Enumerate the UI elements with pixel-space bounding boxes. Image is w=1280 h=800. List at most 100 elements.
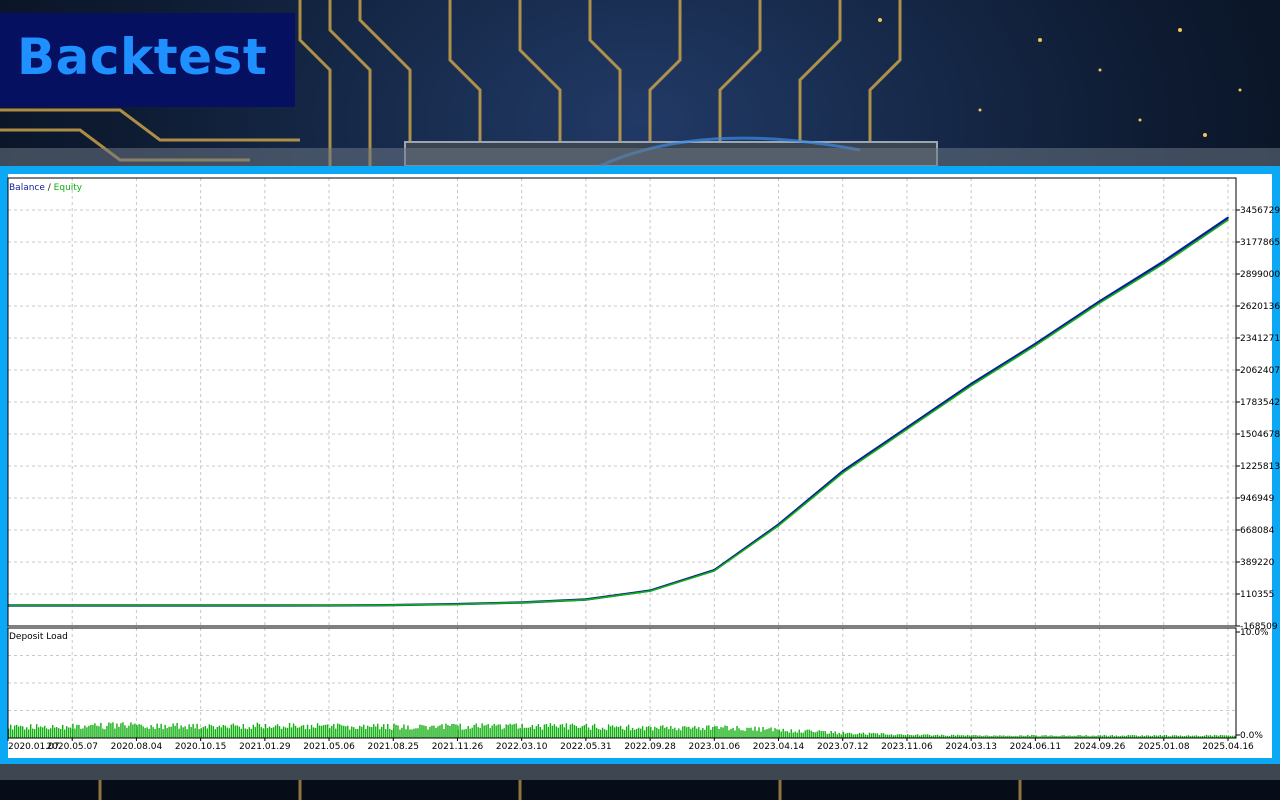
deposit-load-bar bbox=[676, 730, 678, 738]
deposit-load-bar bbox=[748, 727, 750, 738]
deposit-load-bar bbox=[922, 734, 925, 738]
deposit-load-bar bbox=[349, 729, 351, 738]
deposit-load-bar bbox=[686, 727, 688, 738]
deposit-load-bar bbox=[130, 722, 132, 738]
deposit-load-bar bbox=[427, 729, 429, 738]
deposit-load-bar bbox=[501, 729, 503, 738]
deposit-load-bar bbox=[529, 727, 532, 738]
deposit-load-bar bbox=[471, 727, 473, 738]
deposit-load-bar bbox=[854, 734, 857, 738]
deposit-load-bar bbox=[852, 734, 855, 738]
deposit-load-bar bbox=[702, 727, 704, 738]
deposit-load-bar bbox=[555, 726, 558, 738]
x-tick-label: 2021.05.06 bbox=[303, 742, 355, 752]
deposit-load-bar bbox=[519, 727, 521, 738]
deposit-load-bar bbox=[345, 726, 347, 738]
deposit-load-bar bbox=[818, 730, 820, 738]
deposit-load-bar bbox=[24, 729, 26, 738]
deposit-load-bar bbox=[682, 726, 684, 738]
deposit-load-bar bbox=[292, 723, 295, 738]
deposit-load-bar bbox=[240, 728, 243, 738]
deposit-load-bar bbox=[22, 726, 24, 738]
deposit-load-bar bbox=[431, 725, 433, 738]
deposit-load-bar bbox=[527, 727, 530, 738]
y-tick-label: 1504678 bbox=[1240, 430, 1280, 440]
deposit-load-bar bbox=[645, 726, 648, 738]
deposit-load-bar bbox=[844, 733, 847, 738]
deposit-load-bar bbox=[162, 729, 164, 738]
deposit-load-bar bbox=[385, 729, 387, 738]
deposit-load-bar bbox=[573, 725, 576, 738]
deposit-load-bar bbox=[688, 726, 690, 738]
deposit-load-bar bbox=[744, 730, 746, 738]
deposit-load-bar bbox=[886, 734, 889, 738]
deposit-load-bar bbox=[419, 724, 421, 738]
deposit-load-bar bbox=[872, 732, 875, 738]
equity-point bbox=[777, 524, 780, 527]
deposit-load-bar bbox=[409, 729, 411, 738]
deposit-load-bar bbox=[666, 726, 668, 738]
deposit-load-bar bbox=[260, 727, 263, 738]
x-tick-label: 2022.05.31 bbox=[560, 742, 612, 752]
deposit-load-bar bbox=[495, 725, 497, 738]
y-tick-label: 3456729 bbox=[1240, 206, 1280, 216]
deposit-load-bar bbox=[664, 727, 666, 738]
deposit-load-bar bbox=[543, 724, 546, 738]
deposit-load-bar bbox=[724, 725, 726, 738]
deposit-load-bar bbox=[331, 725, 333, 738]
deposit-load-bar bbox=[784, 731, 786, 738]
deposit-load-bar bbox=[890, 734, 893, 738]
deposit-load-bar bbox=[318, 725, 321, 738]
deposit-load-bar bbox=[814, 732, 816, 738]
deposit-load-bar bbox=[754, 726, 756, 738]
deposit-load-bar bbox=[252, 724, 255, 738]
deposit-load-bar bbox=[222, 724, 225, 738]
deposit-load-bar bbox=[14, 725, 16, 738]
y-tick-label: 1783542 bbox=[1240, 398, 1280, 408]
x-tick-label: 2020.08.04 bbox=[111, 742, 163, 752]
deposit-load-bar bbox=[770, 727, 772, 738]
deposit-load-bar bbox=[50, 728, 52, 738]
deposit-load-bar bbox=[70, 727, 72, 738]
deposit-load-bar bbox=[367, 725, 369, 738]
deposit-load-bar bbox=[78, 724, 80, 738]
deposit-load-bar bbox=[425, 726, 427, 738]
deposit-load-bar bbox=[479, 728, 481, 738]
deposit-load-bar bbox=[144, 728, 146, 738]
deposit-load-bar bbox=[549, 723, 552, 738]
equity-point bbox=[906, 428, 908, 431]
deposit-load-bar bbox=[421, 725, 423, 738]
deposit-load-bar bbox=[635, 728, 638, 738]
deposit-load-bar bbox=[116, 723, 118, 738]
deposit-load-bar bbox=[483, 725, 485, 738]
deposit-load-bar bbox=[294, 725, 297, 738]
deposit-load-bar bbox=[339, 724, 341, 738]
equity-point bbox=[264, 604, 266, 607]
deposit-load-bar bbox=[732, 727, 734, 738]
deposit-load-bar bbox=[473, 724, 475, 738]
deposit-load-bar bbox=[720, 727, 722, 738]
x-tick-label: 2025.04.16 bbox=[1202, 742, 1254, 752]
deposit-load-bar bbox=[475, 723, 477, 738]
balance-point bbox=[1227, 216, 1229, 219]
deposit-load-bar bbox=[806, 729, 808, 738]
deposit-load-bar bbox=[308, 729, 311, 738]
deposit-load-bar bbox=[90, 724, 92, 738]
deposit-load-bar bbox=[581, 726, 584, 738]
deposit-load-bar bbox=[66, 726, 68, 738]
deposit-load-bar bbox=[722, 727, 724, 738]
deposit-load-bar bbox=[577, 727, 580, 738]
deposit-load-bar bbox=[435, 728, 437, 738]
deposit-load-bar bbox=[547, 726, 550, 738]
deposit-load-bar bbox=[357, 728, 359, 738]
deposit-load-bar bbox=[164, 724, 166, 738]
deposit-load-bar bbox=[36, 724, 38, 738]
x-tick-label: 2023.07.12 bbox=[817, 742, 869, 752]
deposit-load-bar bbox=[623, 730, 626, 738]
x-tick-label: 2024.09.26 bbox=[1074, 742, 1126, 752]
deposit-load-bar bbox=[12, 729, 14, 738]
deposit-load-bar bbox=[455, 724, 457, 738]
deposit-load-label: Deposit Load bbox=[9, 632, 68, 642]
deposit-load-bar bbox=[940, 734, 943, 738]
deposit-load-bar bbox=[760, 731, 762, 738]
